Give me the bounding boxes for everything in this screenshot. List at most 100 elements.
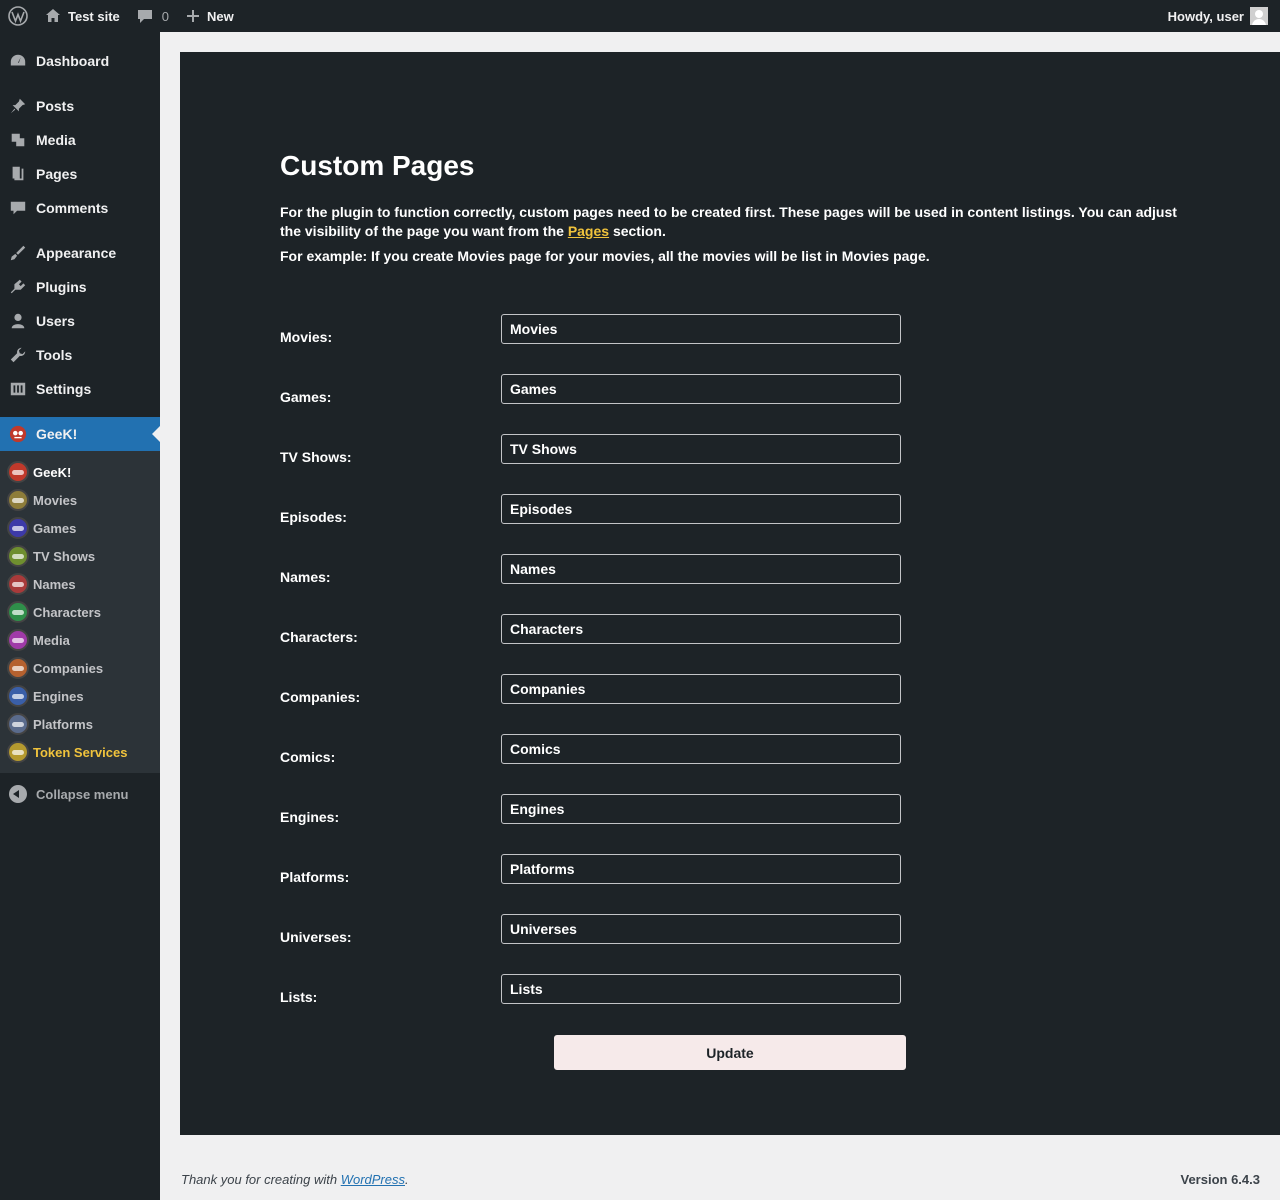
geek-avatar-icon	[7, 461, 29, 483]
sidebar-item-label: Pages	[36, 166, 78, 182]
field-label-platforms: Platforms:	[280, 869, 350, 885]
admin-bar: Test site 0 New Howdy, user	[0, 0, 1280, 32]
description-text: For the plugin to function correctly, cu…	[280, 204, 1177, 239]
sidebar-item-media[interactable]: Media	[0, 123, 160, 157]
footer-version: Version 6.4.3	[1180, 1172, 1261, 1187]
field-input-tv-shows[interactable]	[501, 434, 901, 464]
token-services-avatar-icon	[7, 741, 29, 763]
sidebar-item-users[interactable]: Users	[0, 304, 160, 338]
sidebar-item-settings[interactable]: Settings	[0, 372, 160, 406]
sidebar-item-label: Posts	[36, 98, 75, 114]
new-content-link[interactable]: New	[177, 0, 242, 32]
submenu-label: Token Services	[33, 744, 128, 760]
footer-period: .	[405, 1172, 409, 1187]
site-name: Test site	[68, 8, 120, 24]
submenu-item-names[interactable]: Names	[0, 570, 160, 598]
comment-icon	[0, 191, 36, 225]
sidebar-item-plugins[interactable]: Plugins	[0, 270, 160, 304]
update-button[interactable]: Update	[554, 1035, 906, 1070]
tv-shows-avatar-icon	[7, 545, 29, 567]
collapse-menu-button[interactable]: Collapse menu	[0, 777, 160, 811]
submenu-label: Platforms	[33, 716, 93, 732]
my-account-link[interactable]: Howdy, user	[1160, 0, 1280, 32]
field-input-engines[interactable]	[501, 794, 901, 824]
field-input-universes[interactable]	[501, 914, 901, 944]
collapse-arrow-icon	[9, 785, 27, 803]
submenu-item-companies[interactable]: Companies	[0, 654, 160, 682]
submenu-item-platforms[interactable]: Platforms	[0, 710, 160, 738]
sidebar-item-pages[interactable]: Pages	[0, 157, 160, 191]
submenu-item-movies[interactable]: Movies	[0, 486, 160, 514]
characters-avatar-icon	[7, 601, 29, 623]
submenu-item-token-services[interactable]: Token Services	[0, 738, 160, 766]
movies-avatar-icon	[7, 489, 29, 511]
submenu-label: TV Shows	[33, 548, 96, 564]
geek-submenu: GeeK! Movies Games TV Shows Names Charac…	[0, 451, 160, 773]
howdy-text: Howdy, user	[1167, 8, 1244, 24]
pages-link[interactable]: Pages	[568, 223, 609, 239]
games-avatar-icon	[7, 517, 29, 539]
wordpress-link[interactable]: WordPress	[341, 1172, 405, 1187]
field-input-episodes[interactable]	[501, 494, 901, 524]
sidebar-item-appearance[interactable]: Appearance	[0, 236, 160, 270]
field-label-characters: Characters:	[280, 629, 358, 645]
field-label-names: Names:	[280, 569, 331, 585]
pages-icon	[0, 157, 36, 191]
companies-avatar-icon	[7, 657, 29, 679]
field-label-lists: Lists:	[280, 989, 318, 1005]
names-avatar-icon	[7, 573, 29, 595]
field-input-lists[interactable]	[501, 974, 901, 1004]
engines-avatar-icon	[7, 685, 29, 707]
sidebar-item-posts[interactable]: Posts	[0, 89, 160, 123]
submenu-item-media[interactable]: Media	[0, 626, 160, 654]
submenu-item-engines[interactable]: Engines	[0, 682, 160, 710]
wrench-icon	[0, 338, 36, 372]
sidebar-item-geek[interactable]: GeeK!	[0, 417, 160, 451]
active-arrow	[152, 426, 160, 442]
sidebar-item-tools[interactable]: Tools	[0, 338, 160, 372]
submenu-label: Characters	[33, 604, 101, 620]
dashboard-icon	[0, 44, 36, 78]
field-label-comics: Comics:	[280, 749, 336, 765]
comments-count: 0	[161, 8, 170, 24]
footer-thanks-text: Thank you for creating with	[181, 1172, 341, 1187]
sidebar-item-label: Users	[36, 313, 75, 329]
submenu-label: Names	[33, 576, 76, 592]
field-input-companies[interactable]	[501, 674, 901, 704]
field-input-movies[interactable]	[501, 314, 901, 344]
avatar	[1250, 7, 1268, 25]
footer-thanks: Thank you for creating with WordPress.	[181, 1172, 409, 1187]
comment-bubble-icon	[137, 10, 152, 23]
sidebar-item-label: Media	[36, 132, 76, 148]
sidebar-item-comments[interactable]: Comments	[0, 191, 160, 225]
site-name-link[interactable]: Test site	[36, 0, 128, 32]
sliders-icon	[0, 372, 36, 406]
field-label-games: Games:	[280, 389, 332, 405]
field-input-games[interactable]	[501, 374, 901, 404]
submenu-label: Media	[33, 632, 70, 648]
description-text-end: section.	[609, 223, 666, 239]
wordpress-logo-icon[interactable]	[0, 0, 36, 32]
field-input-platforms[interactable]	[501, 854, 901, 884]
field-label-engines: Engines:	[280, 809, 340, 825]
admin-sidebar: Dashboard Posts Media Pages Comments App…	[0, 32, 160, 1200]
field-input-characters[interactable]	[501, 614, 901, 644]
field-label-episodes: Episodes:	[280, 509, 347, 525]
submenu-item-characters[interactable]: Characters	[0, 598, 160, 626]
custom-pages-panel: Custom Pages For the plugin to function …	[180, 52, 1280, 1135]
field-input-names[interactable]	[501, 554, 901, 584]
submenu-label: Companies	[33, 660, 104, 676]
sidebar-item-dashboard[interactable]: Dashboard	[0, 44, 160, 78]
new-label: New	[207, 8, 234, 24]
example-text: For example: If you create Movies page f…	[280, 248, 930, 264]
sidebar-item-label: Plugins	[36, 279, 87, 295]
user-icon	[0, 304, 36, 338]
sidebar-item-label: Dashboard	[36, 53, 110, 69]
submenu-item-games[interactable]: Games	[0, 514, 160, 542]
submenu-item-geek[interactable]: GeeK!	[0, 458, 160, 486]
plus-icon	[187, 10, 200, 22]
field-input-comics[interactable]	[501, 734, 901, 764]
comments-link[interactable]: 0	[128, 0, 177, 32]
submenu-item-tv-shows[interactable]: TV Shows	[0, 542, 160, 570]
collapse-menu-label: Collapse menu	[36, 786, 129, 802]
